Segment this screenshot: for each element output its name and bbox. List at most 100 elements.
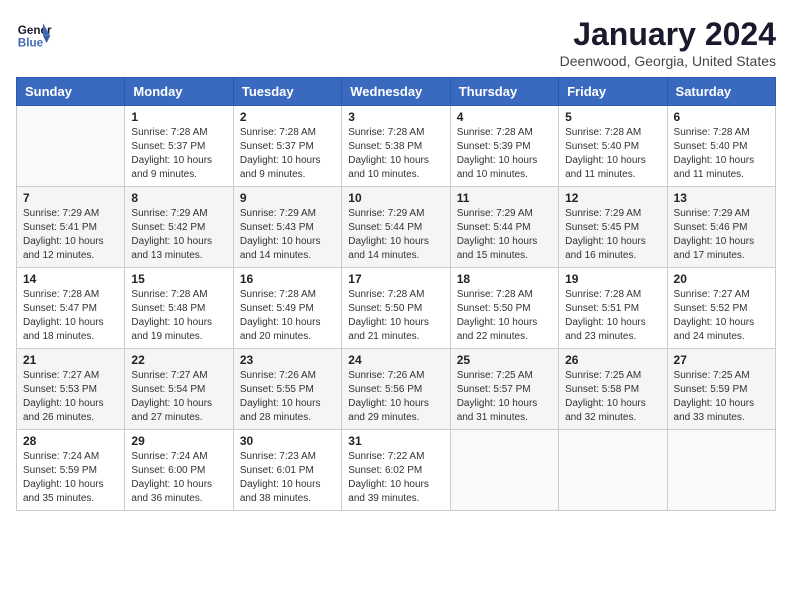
day-number: 28 (23, 434, 118, 448)
day-info: Sunrise: 7:28 AM Sunset: 5:51 PM Dayligh… (565, 288, 660, 344)
column-header-sunday: Sunday (17, 78, 125, 106)
calendar-cell: 27 Sunrise: 7:25 AM Sunset: 5:59 PM Dayli… (667, 349, 775, 430)
calendar-cell: 28 Sunrise: 7:24 AM Sunset: 5:59 PM Dayli… (17, 430, 125, 511)
calendar-cell: 3 Sunrise: 7:28 AM Sunset: 5:38 PM Daylig… (342, 106, 450, 187)
column-header-saturday: Saturday (667, 78, 775, 106)
day-info: Sunrise: 7:27 AM Sunset: 5:52 PM Dayligh… (674, 288, 769, 344)
calendar-cell: 13 Sunrise: 7:29 AM Sunset: 5:46 PM Dayli… (667, 187, 775, 268)
logo: General Blue (16, 16, 52, 52)
day-info: Sunrise: 7:29 AM Sunset: 5:44 PM Dayligh… (457, 207, 552, 263)
day-number: 1 (131, 110, 226, 124)
day-number: 6 (674, 110, 769, 124)
day-info: Sunrise: 7:28 AM Sunset: 5:39 PM Dayligh… (457, 126, 552, 182)
day-number: 25 (457, 353, 552, 367)
day-info: Sunrise: 7:24 AM Sunset: 6:00 PM Dayligh… (131, 450, 226, 506)
calendar-cell: 5 Sunrise: 7:28 AM Sunset: 5:40 PM Daylig… (559, 106, 667, 187)
day-number: 16 (240, 272, 335, 286)
day-info: Sunrise: 7:27 AM Sunset: 5:54 PM Dayligh… (131, 369, 226, 425)
day-info: Sunrise: 7:28 AM Sunset: 5:49 PM Dayligh… (240, 288, 335, 344)
day-info: Sunrise: 7:24 AM Sunset: 5:59 PM Dayligh… (23, 450, 118, 506)
calendar-header-row: SundayMondayTuesdayWednesdayThursdayFrid… (17, 78, 776, 106)
day-info: Sunrise: 7:29 AM Sunset: 5:45 PM Dayligh… (565, 207, 660, 263)
day-number: 2 (240, 110, 335, 124)
calendar-week-row: 1 Sunrise: 7:28 AM Sunset: 5:37 PM Daylig… (17, 106, 776, 187)
calendar-cell: 15 Sunrise: 7:28 AM Sunset: 5:48 PM Dayli… (125, 268, 233, 349)
calendar-cell: 7Sunrise: 7:29 AM Sunset: 5:41 PM Daylig… (17, 187, 125, 268)
day-info: Sunrise: 7:25 AM Sunset: 5:59 PM Dayligh… (674, 369, 769, 425)
calendar-cell: 6 Sunrise: 7:28 AM Sunset: 5:40 PM Daylig… (667, 106, 775, 187)
day-number: 18 (457, 272, 552, 286)
calendar-cell: 9Sunrise: 7:29 AM Sunset: 5:43 PM Daylig… (233, 187, 341, 268)
svg-text:Blue: Blue (18, 37, 44, 50)
day-number: 27 (674, 353, 769, 367)
day-number: 13 (674, 191, 769, 205)
day-info: Sunrise: 7:23 AM Sunset: 6:01 PM Dayligh… (240, 450, 335, 506)
day-info: Sunrise: 7:25 AM Sunset: 5:57 PM Dayligh… (457, 369, 552, 425)
day-number: 15 (131, 272, 226, 286)
calendar-cell: 8 Sunrise: 7:29 AM Sunset: 5:42 PM Daylig… (125, 187, 233, 268)
day-info: Sunrise: 7:28 AM Sunset: 5:48 PM Dayligh… (131, 288, 226, 344)
calendar-cell (559, 430, 667, 511)
day-info: Sunrise: 7:25 AM Sunset: 5:58 PM Dayligh… (565, 369, 660, 425)
day-info: Sunrise: 7:27 AM Sunset: 5:53 PM Dayligh… (23, 369, 118, 425)
day-number: 20 (674, 272, 769, 286)
day-info: Sunrise: 7:28 AM Sunset: 5:50 PM Dayligh… (348, 288, 443, 344)
location-subtitle: Deenwood, Georgia, United States (560, 53, 776, 69)
calendar-cell (667, 430, 775, 511)
calendar-cell: 14Sunrise: 7:28 AM Sunset: 5:47 PM Dayli… (17, 268, 125, 349)
calendar-cell: 26 Sunrise: 7:25 AM Sunset: 5:58 PM Dayli… (559, 349, 667, 430)
calendar-cell: 31 Sunrise: 7:22 AM Sunset: 6:02 PM Dayli… (342, 430, 450, 511)
day-info: Sunrise: 7:29 AM Sunset: 5:42 PM Dayligh… (131, 207, 226, 263)
day-number: 9 (240, 191, 335, 205)
calendar-week-row: 28 Sunrise: 7:24 AM Sunset: 5:59 PM Dayli… (17, 430, 776, 511)
day-info: Sunrise: 7:29 AM Sunset: 5:41 PM Dayligh… (23, 207, 118, 263)
page-header: General Blue January 2024 Deenwood, Geor… (16, 16, 776, 69)
calendar-cell: 1 Sunrise: 7:28 AM Sunset: 5:37 PM Daylig… (125, 106, 233, 187)
day-info: Sunrise: 7:29 AM Sunset: 5:44 PM Dayligh… (348, 207, 443, 263)
calendar-cell: 22 Sunrise: 7:27 AM Sunset: 5:54 PM Dayli… (125, 349, 233, 430)
day-info: Sunrise: 7:28 AM Sunset: 5:37 PM Dayligh… (240, 126, 335, 182)
day-info: Sunrise: 7:26 AM Sunset: 5:55 PM Dayligh… (240, 369, 335, 425)
calendar-table: SundayMondayTuesdayWednesdayThursdayFrid… (16, 77, 776, 511)
day-info: Sunrise: 7:28 AM Sunset: 5:37 PM Dayligh… (131, 126, 226, 182)
calendar-cell: 29Sunrise: 7:24 AM Sunset: 6:00 PM Dayli… (125, 430, 233, 511)
calendar-cell: 23Sunrise: 7:26 AM Sunset: 5:55 PM Dayli… (233, 349, 341, 430)
title-block: January 2024 Deenwood, Georgia, United S… (560, 16, 776, 69)
day-number: 4 (457, 110, 552, 124)
day-info: Sunrise: 7:28 AM Sunset: 5:40 PM Dayligh… (565, 126, 660, 182)
calendar-week-row: 7Sunrise: 7:29 AM Sunset: 5:41 PM Daylig… (17, 187, 776, 268)
day-number: 12 (565, 191, 660, 205)
main-title: January 2024 (560, 16, 776, 53)
calendar-cell: 30 Sunrise: 7:23 AM Sunset: 6:01 PM Dayli… (233, 430, 341, 511)
day-info: Sunrise: 7:29 AM Sunset: 5:46 PM Dayligh… (674, 207, 769, 263)
calendar-cell: 2 Sunrise: 7:28 AM Sunset: 5:37 PM Daylig… (233, 106, 341, 187)
day-number: 19 (565, 272, 660, 286)
day-info: Sunrise: 7:28 AM Sunset: 5:38 PM Dayligh… (348, 126, 443, 182)
day-info: Sunrise: 7:28 AM Sunset: 5:40 PM Dayligh… (674, 126, 769, 182)
day-info: Sunrise: 7:22 AM Sunset: 6:02 PM Dayligh… (348, 450, 443, 506)
calendar-cell: 19 Sunrise: 7:28 AM Sunset: 5:51 PM Dayli… (559, 268, 667, 349)
calendar-cell: 18Sunrise: 7:28 AM Sunset: 5:50 PM Dayli… (450, 268, 558, 349)
day-number: 8 (131, 191, 226, 205)
calendar-cell: 21Sunrise: 7:27 AM Sunset: 5:53 PM Dayli… (17, 349, 125, 430)
calendar-cell: 10 Sunrise: 7:29 AM Sunset: 5:44 PM Dayli… (342, 187, 450, 268)
calendar-cell: 25 Sunrise: 7:25 AM Sunset: 5:57 PM Dayli… (450, 349, 558, 430)
day-number: 26 (565, 353, 660, 367)
calendar-cell: 17 Sunrise: 7:28 AM Sunset: 5:50 PM Dayli… (342, 268, 450, 349)
day-number: 5 (565, 110, 660, 124)
day-number: 11 (457, 191, 552, 205)
calendar-cell: 4 Sunrise: 7:28 AM Sunset: 5:39 PM Daylig… (450, 106, 558, 187)
day-number: 3 (348, 110, 443, 124)
day-number: 17 (348, 272, 443, 286)
day-number: 30 (240, 434, 335, 448)
day-number: 14 (23, 272, 118, 286)
day-number: 24 (348, 353, 443, 367)
calendar-cell: 16 Sunrise: 7:28 AM Sunset: 5:49 PM Dayli… (233, 268, 341, 349)
calendar-cell: 20 Sunrise: 7:27 AM Sunset: 5:52 PM Dayli… (667, 268, 775, 349)
logo-icon: General Blue (16, 16, 52, 52)
day-number: 10 (348, 191, 443, 205)
day-number: 22 (131, 353, 226, 367)
calendar-cell (17, 106, 125, 187)
calendar-cell: 12 Sunrise: 7:29 AM Sunset: 5:45 PM Dayli… (559, 187, 667, 268)
day-number: 31 (348, 434, 443, 448)
